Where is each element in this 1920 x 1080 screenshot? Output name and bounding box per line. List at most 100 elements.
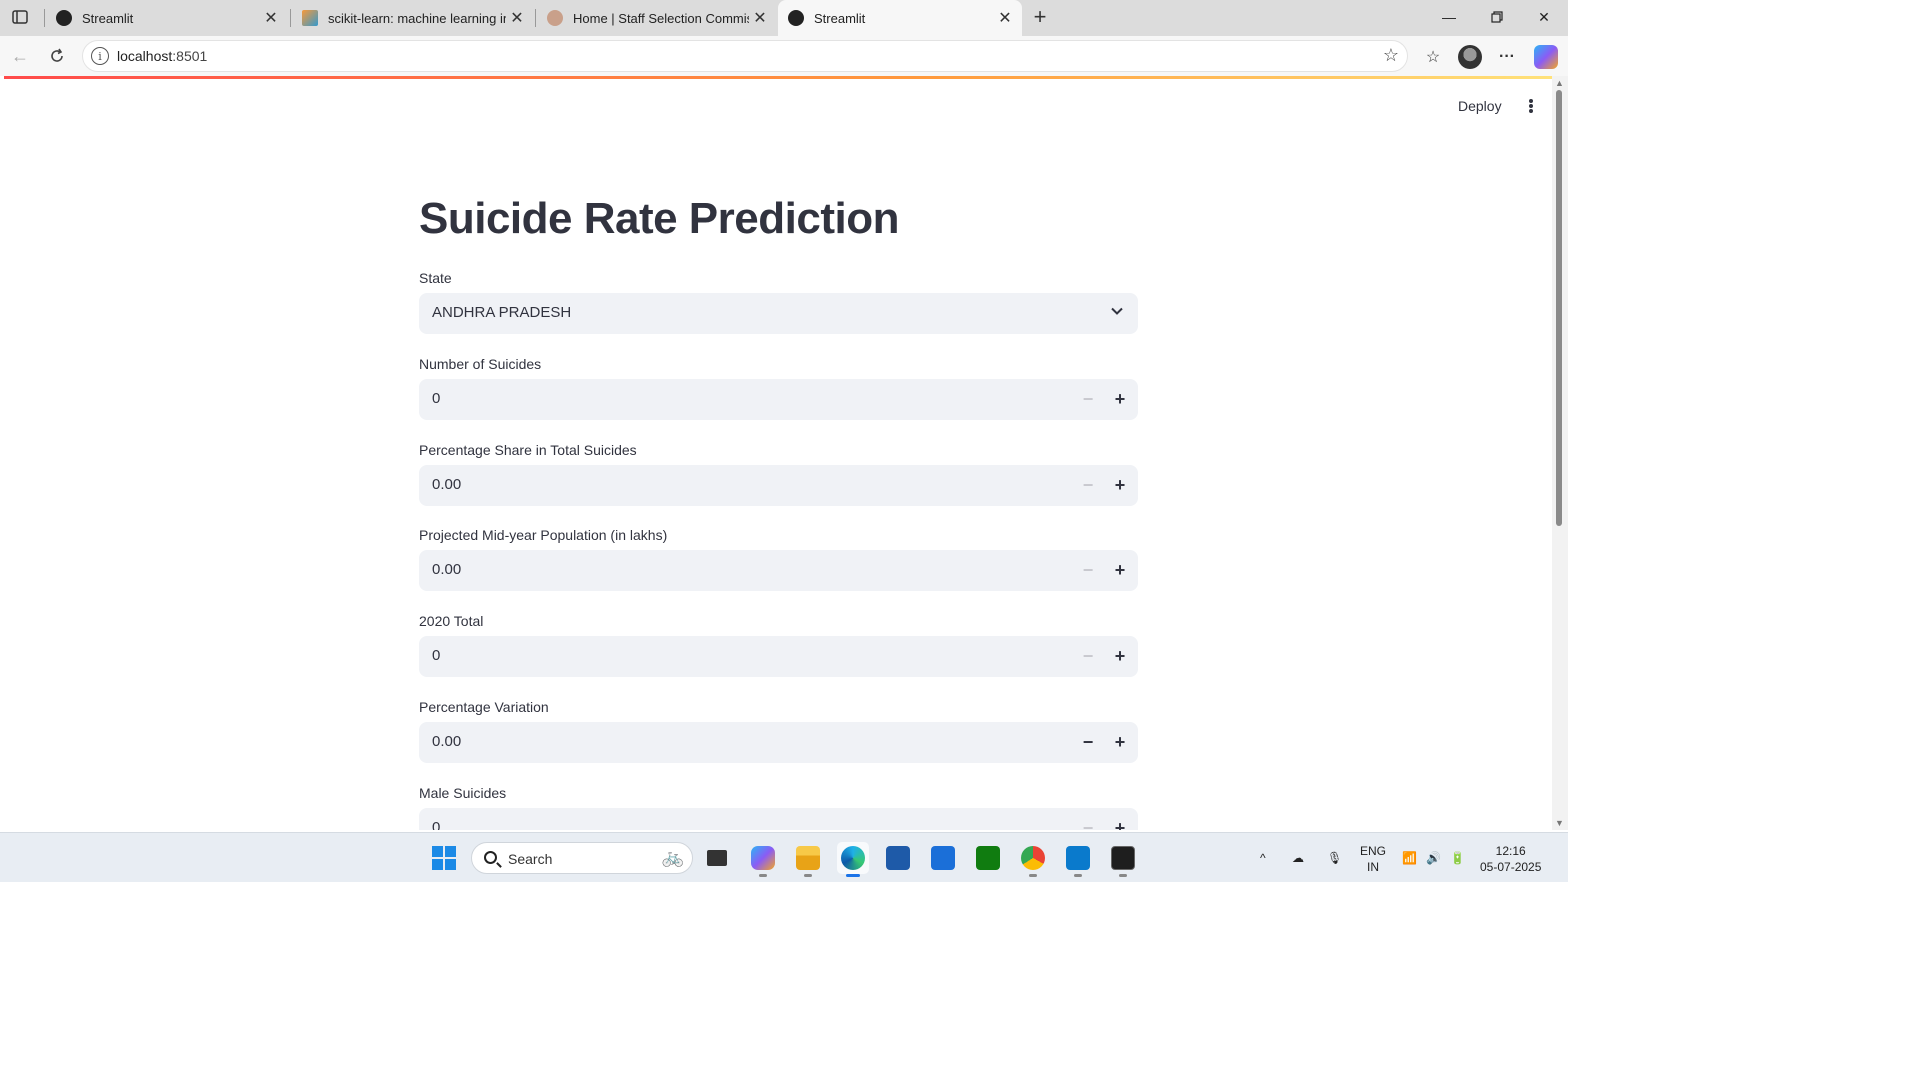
clock[interactable]: 12:16 05-07-2025 [1480, 843, 1541, 875]
tab-streamlit-1[interactable]: Streamlit ✕ [46, 0, 288, 36]
streamlit-favicon [56, 10, 72, 26]
url-input[interactable]: i localhost:8501 ☆ [82, 40, 1408, 72]
file-explorer-icon[interactable] [792, 842, 824, 877]
minimize-icon[interactable]: — [1426, 0, 1472, 34]
scrollbar-thumb[interactable] [1556, 90, 1562, 526]
state-select[interactable]: ANDHRA PRADESH [419, 293, 1138, 334]
number-input[interactable]: 0 − + [419, 379, 1138, 420]
close-icon[interactable]: ✕ [506, 7, 528, 29]
tab-streamlit-active[interactable]: Streamlit ✕ [778, 0, 1022, 36]
language-indicator[interactable]: ENG IN [1360, 843, 1386, 875]
microphone-icon[interactable]: 🎙 [1327, 833, 1342, 883]
battery-icon[interactable]: 🔋 [1450, 833, 1465, 883]
plus-icon[interactable]: + [1106, 808, 1134, 830]
url-text: localhost:8501 [117, 48, 208, 64]
state-field: State ANDHRA PRADESH [419, 269, 1138, 334]
kebab-menu-icon[interactable] [1524, 96, 1538, 116]
field-label: Male Suicides [419, 785, 507, 801]
ssc-favicon [547, 10, 563, 26]
vscode-icon[interactable] [1062, 842, 1094, 877]
tab-title: Streamlit [82, 10, 134, 26]
terminal-icon[interactable] [1107, 842, 1139, 877]
minus-icon[interactable]: − [1074, 808, 1102, 830]
scikit-favicon [302, 10, 318, 26]
tab-scikit-learn[interactable]: scikit-learn: machine learning in P ✕ [292, 0, 534, 36]
minus-icon[interactable]: − [1074, 379, 1102, 420]
info-icon[interactable]: i [91, 47, 109, 65]
favorites-icon[interactable]: ☆ [1420, 44, 1446, 70]
store-icon[interactable] [882, 842, 914, 874]
field-label: Percentage Share in Total Suicides [419, 442, 637, 458]
projected-population-field: Projected Mid-year Population (in lakhs)… [419, 526, 1138, 591]
page-scrollbar[interactable]: ▲ ▼ [1552, 76, 1568, 830]
field-label: Number of Suicides [419, 356, 542, 372]
taskbar-search[interactable]: Search 🚲 [471, 842, 693, 874]
chevron-down-icon [1111, 307, 1123, 315]
edge-icon[interactable] [837, 842, 869, 877]
browser-tab-bar: Streamlit ✕ scikit-learn: machine learni… [0, 0, 1568, 36]
windows-start-icon[interactable] [428, 842, 460, 874]
copilot-app-icon[interactable] [747, 842, 779, 877]
xbox-icon[interactable] [972, 842, 1004, 874]
page-title: Suicide Rate Prediction [419, 194, 899, 243]
number-of-suicides-field: Number of Suicides 0 − + [419, 355, 1138, 420]
field-label: Percentage Variation [419, 699, 549, 715]
tab-title: Home | Staff Selection Commissio [573, 10, 749, 26]
minus-icon[interactable]: − [1074, 636, 1102, 677]
page-viewport: Deploy Suicide Rate Prediction State AND… [4, 76, 1552, 830]
streamlit-decoration-bar [4, 76, 1552, 79]
address-bar: ← i localhost:8501 ☆ ☆ ··· [0, 36, 1568, 76]
refresh-icon[interactable] [45, 44, 69, 68]
scroll-up-icon[interactable]: ▲ [1555, 78, 1564, 88]
plus-icon[interactable]: + [1106, 379, 1134, 420]
male-suicides-field: Male Suicides 0 − + [419, 784, 1138, 830]
volume-icon[interactable]: 🔊 [1426, 833, 1441, 883]
input-value: 0 [432, 647, 441, 664]
onedrive-icon[interactable]: ☁ [1292, 833, 1304, 883]
deploy-button[interactable]: Deploy [1458, 98, 1502, 114]
sidebar-toggle-icon[interactable] [8, 6, 32, 28]
tab-ssc[interactable]: Home | Staff Selection Commissio ✕ [537, 0, 777, 36]
streamlit-favicon [788, 10, 804, 26]
minus-icon[interactable]: − [1074, 722, 1102, 763]
tab-title: scikit-learn: machine learning in P [328, 10, 506, 26]
close-window-icon[interactable]: ✕ [1521, 0, 1567, 34]
close-icon[interactable]: ✕ [994, 7, 1016, 29]
minus-icon[interactable]: − [1074, 550, 1102, 591]
tab-title: Streamlit [814, 10, 866, 26]
minus-icon[interactable]: − [1074, 465, 1102, 506]
profile-avatar[interactable] [1457, 44, 1483, 70]
star-icon[interactable]: ☆ [1383, 45, 1399, 66]
number-input[interactable]: 0 − + [419, 636, 1138, 677]
field-label: Projected Mid-year Population (in lakhs) [419, 527, 668, 543]
percentage-variation-field: Percentage Variation 0.00 − + [419, 698, 1138, 763]
task-view-icon[interactable] [701, 842, 733, 874]
plus-icon[interactable]: + [1106, 465, 1134, 506]
search-placeholder: Search [508, 851, 553, 867]
app-icon[interactable] [927, 842, 959, 874]
number-input[interactable]: 0 − + [419, 808, 1138, 830]
field-label: 2020 Total [419, 613, 484, 629]
copilot-icon[interactable] [1533, 44, 1559, 70]
close-icon[interactable]: ✕ [260, 7, 282, 29]
percentage-share-field: Percentage Share in Total Suicides 0.00 … [419, 441, 1138, 506]
chrome-icon[interactable] [1017, 842, 1049, 877]
close-icon[interactable]: ✕ [749, 7, 771, 29]
select-value: ANDHRA PRADESH [432, 304, 572, 321]
more-icon[interactable]: ··· [1494, 44, 1520, 70]
input-value: 0 [432, 390, 441, 407]
back-icon[interactable]: ← [8, 44, 32, 68]
number-input[interactable]: 0.00 − + [419, 465, 1138, 506]
plus-icon[interactable]: + [1106, 636, 1134, 677]
scroll-down-icon[interactable]: ▼ [1555, 818, 1564, 828]
maximize-icon[interactable] [1474, 0, 1520, 34]
windows-taskbar: Search 🚲 ^ ☁ 🎙 ENG IN 📶 � [0, 832, 1568, 882]
show-hidden-icons[interactable]: ^ [1260, 833, 1266, 883]
number-input[interactable]: 0.00 − + [419, 722, 1138, 763]
plus-icon[interactable]: + [1106, 722, 1134, 763]
number-input[interactable]: 0.00 − + [419, 550, 1138, 591]
plus-icon[interactable]: + [1106, 550, 1134, 591]
wifi-icon[interactable]: 📶 [1402, 833, 1417, 883]
input-value: 0.00 [432, 733, 462, 750]
new-tab-icon[interactable]: + [1028, 4, 1052, 29]
